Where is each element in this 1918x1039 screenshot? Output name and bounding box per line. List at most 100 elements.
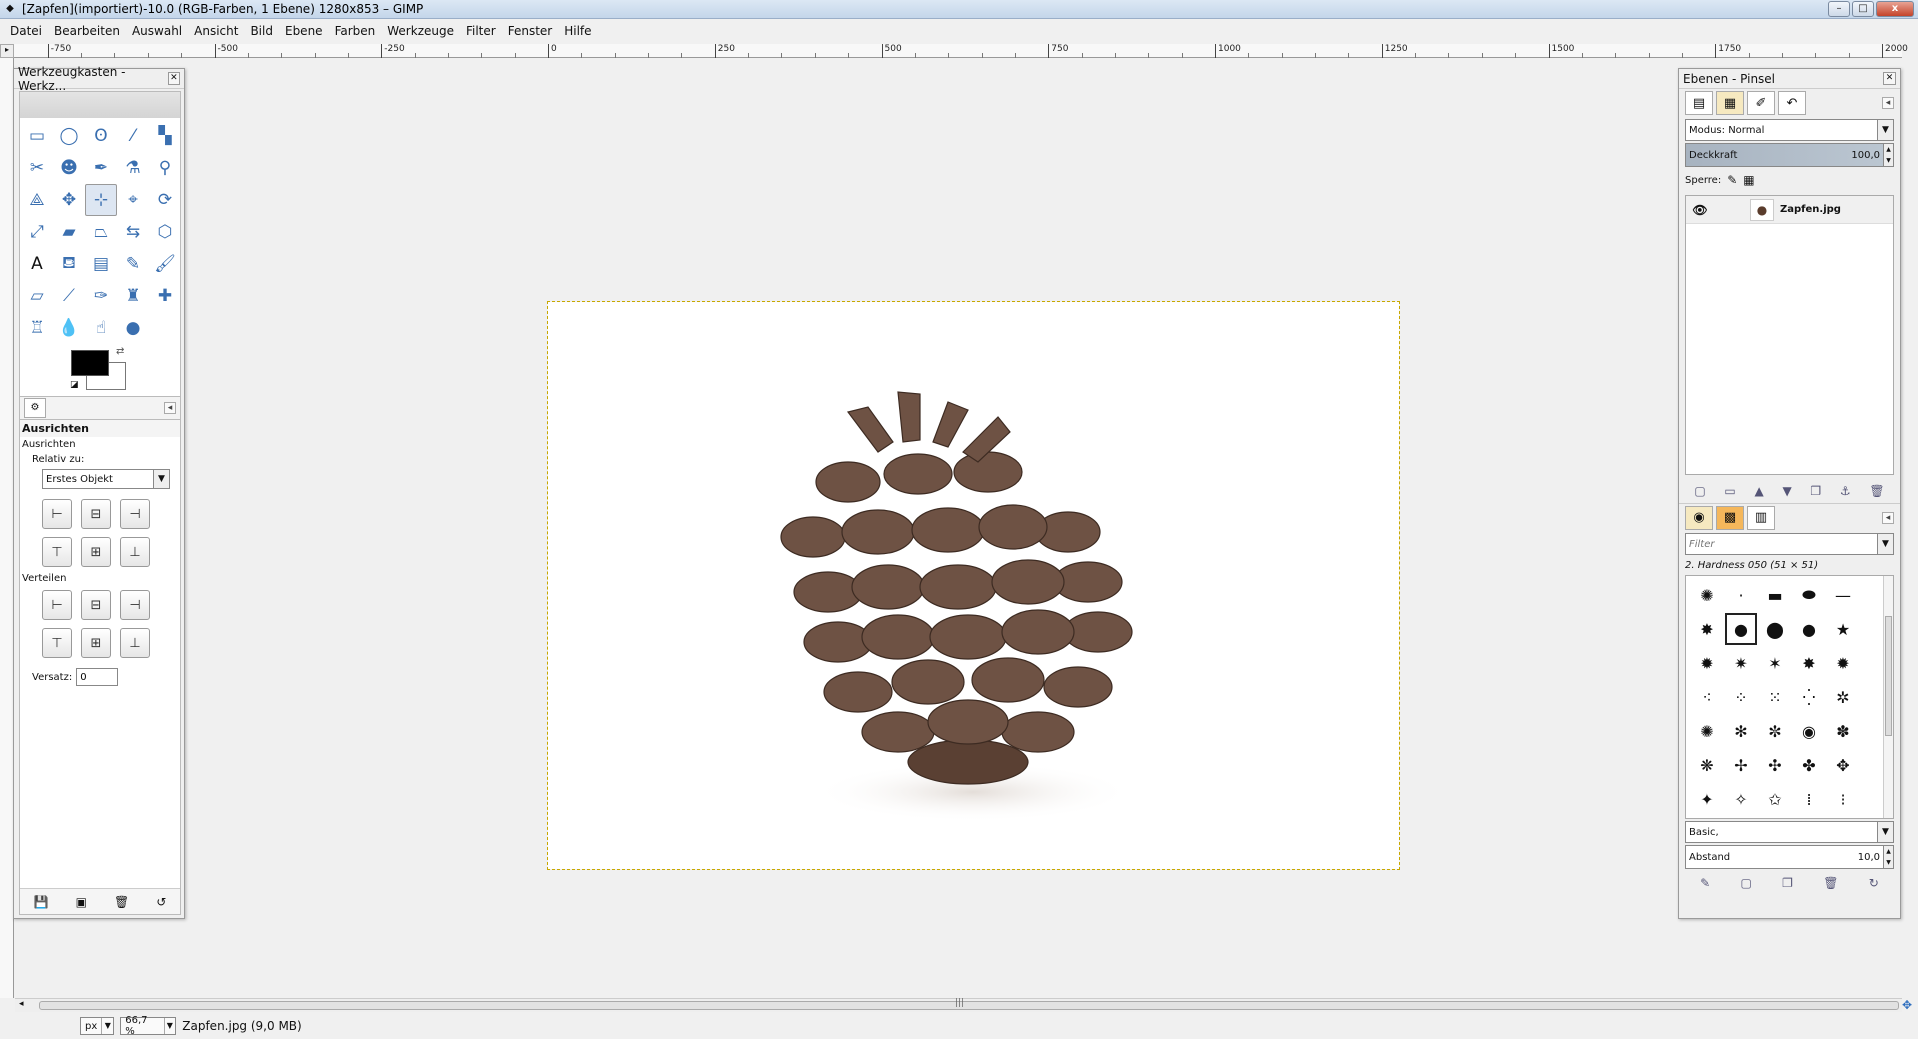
brush-scrollbar[interactable] xyxy=(1883,576,1893,818)
distribute-center-button[interactable]: ⊟ xyxy=(81,590,111,620)
raise-layer-icon[interactable]: ▲ xyxy=(1754,484,1763,498)
menu-hilfe[interactable]: Hilfe xyxy=(558,24,597,38)
new-layer-group-icon[interactable]: ▭ xyxy=(1724,484,1735,498)
minimize-button[interactable]: – xyxy=(1828,1,1850,17)
save-options-icon[interactable]: 💾 xyxy=(34,895,49,909)
reset-colors-icon[interactable]: ◪ xyxy=(70,380,79,390)
menu-ebene[interactable]: Ebene xyxy=(279,24,329,38)
brush-filter-input[interactable] xyxy=(1689,538,1839,550)
brushes-tab-icon[interactable]: ◉ xyxy=(1685,505,1713,530)
align-top-button[interactable]: ⊤ xyxy=(42,537,72,567)
channels-tab-icon[interactable]: ▦ xyxy=(1716,91,1744,115)
brush-item[interactable]: ⁛ xyxy=(1792,680,1826,714)
unit-select[interactable]: px ▼ xyxy=(80,1017,115,1035)
new-layer-icon[interactable]: ▢ xyxy=(1694,484,1705,498)
perspective-clone-icon[interactable]: ♖ xyxy=(21,312,53,344)
brush-item[interactable]: · xyxy=(1724,578,1758,612)
toolbox-close-icon[interactable]: ✕ xyxy=(167,72,180,85)
canvas-area[interactable] xyxy=(15,58,1902,998)
foreground-color[interactable] xyxy=(71,350,109,376)
lower-layer-icon[interactable]: ▼ xyxy=(1782,484,1791,498)
vertical-ruler[interactable] xyxy=(0,58,14,998)
distribute-left-button[interactable]: ⊢ xyxy=(42,590,72,620)
align-center-button[interactable]: ⊟ xyxy=(81,499,111,529)
brush-item[interactable]: ✣ xyxy=(1758,748,1792,782)
brush-item[interactable]: ✢ xyxy=(1724,748,1758,782)
brush-item[interactable]: ✽ xyxy=(1826,714,1860,748)
layer-list[interactable]: 👁 ● Zapfen.jpg xyxy=(1685,195,1894,475)
fuzzy-select-icon[interactable]: ⁄ xyxy=(117,120,149,152)
airbrush-icon[interactable]: ⟋ xyxy=(53,280,85,312)
align-icon[interactable]: ⊹ xyxy=(85,184,117,216)
delete-layer-icon[interactable]: 🗑 xyxy=(1869,484,1884,498)
brush-item[interactable]: ✤ xyxy=(1792,748,1826,782)
brush-item[interactable]: ▬ xyxy=(1758,578,1792,612)
color-picker-icon[interactable]: ⚗ xyxy=(117,152,149,184)
measure-icon[interactable]: ⟁ xyxy=(21,184,53,216)
distribute-middle-button[interactable]: ⊞ xyxy=(81,628,111,658)
brush-item[interactable]: ✺ xyxy=(1690,578,1724,612)
brush-item[interactable]: ✲ xyxy=(1826,680,1860,714)
brush-item[interactable]: ✺ xyxy=(1690,714,1724,748)
brush-item[interactable]: ✹ xyxy=(1826,646,1860,680)
eraser-icon[interactable]: ▱ xyxy=(21,280,53,312)
crop-icon[interactable]: ⌖ xyxy=(117,184,149,216)
menu-fenster[interactable]: Fenster xyxy=(502,24,559,38)
tool-options-tab-icon[interactable]: ⚙ xyxy=(24,398,46,418)
brush-item[interactable]: ✷ xyxy=(1724,646,1758,680)
brush-item[interactable]: ⬤ xyxy=(1758,612,1792,646)
paintbrush-icon[interactable]: 🖌 xyxy=(149,248,181,280)
brush-item[interactable]: ⁘ xyxy=(1724,680,1758,714)
undo-tab-icon[interactable]: ↶ xyxy=(1778,91,1806,115)
reset-options-icon[interactable]: ↺ xyxy=(156,895,166,909)
flip-icon[interactable]: ⇆ xyxy=(117,216,149,248)
bucket-fill-icon[interactable]: ⛾ xyxy=(53,248,85,280)
move-icon[interactable]: ✥ xyxy=(53,184,85,216)
align-bottom-button[interactable]: ⊥ xyxy=(120,537,150,567)
eye-icon[interactable]: 👁 xyxy=(1686,203,1714,217)
dock-menu-icon[interactable]: ◂ xyxy=(1882,97,1894,109)
brush-item[interactable]: ⁖ xyxy=(1690,680,1724,714)
brush-item[interactable]: ❋ xyxy=(1690,748,1724,782)
brush-item[interactable]: — xyxy=(1826,578,1860,612)
gradients-tab-icon[interactable]: ▥ xyxy=(1747,505,1775,530)
brush-item[interactable]: ● xyxy=(1792,612,1826,646)
offset-input[interactable] xyxy=(76,668,119,686)
brush-item[interactable]: ◉ xyxy=(1792,714,1826,748)
brush-item[interactable]: ✸ xyxy=(1690,612,1724,646)
duplicate-brush-icon[interactable]: ❐ xyxy=(1782,876,1793,890)
patterns-tab-icon[interactable]: ▩ xyxy=(1716,505,1744,530)
brush-item[interactable]: ✩ xyxy=(1758,782,1792,816)
menu-datei[interactable]: Datei xyxy=(4,24,48,38)
blend-icon[interactable]: ▤ xyxy=(85,248,117,280)
lock-alpha-icon[interactable]: ▦ xyxy=(1743,173,1754,187)
maximize-button[interactable]: □ xyxy=(1852,1,1874,17)
brush-item[interactable]: ● xyxy=(1724,612,1758,646)
scroll-left-icon[interactable]: ◂ xyxy=(19,999,24,1009)
foreground-select-icon[interactable]: ☻ xyxy=(53,152,85,184)
quick-mask-toggle[interactable]: ▸ xyxy=(0,44,14,58)
menu-bild[interactable]: Bild xyxy=(244,24,279,38)
layer-row[interactable]: 👁 ● Zapfen.jpg xyxy=(1686,196,1893,224)
align-right-button[interactable]: ⊣ xyxy=(120,499,150,529)
swap-colors-icon[interactable]: ⇄ xyxy=(116,346,124,357)
brush-item[interactable]: ✦ xyxy=(1690,782,1724,816)
blur-icon[interactable]: 💧 xyxy=(53,312,85,344)
scale-icon[interactable]: ⤢ xyxy=(21,216,53,248)
brush-item[interactable]: ⁙ xyxy=(1758,680,1792,714)
anchor-layer-icon[interactable]: ⚓ xyxy=(1840,484,1851,498)
brush-item[interactable]: ✧ xyxy=(1724,782,1758,816)
menu-filter[interactable]: Filter xyxy=(460,24,502,38)
brush-item[interactable]: ✸ xyxy=(1792,646,1826,680)
color-select-icon[interactable]: ▚ xyxy=(149,120,181,152)
scrollbar-thumb[interactable] xyxy=(39,1001,1899,1010)
delete-options-icon[interactable]: 🗑 xyxy=(114,895,129,909)
distribute-bottom-button[interactable]: ⊥ xyxy=(120,628,150,658)
spacing-spinner[interactable]: Abstand 10,0 ▲ ▼ xyxy=(1685,845,1894,869)
navigate-icon[interactable]: ✥ xyxy=(1900,998,1914,1012)
brush-item[interactable]: ✼ xyxy=(1758,714,1792,748)
refresh-brushes-icon[interactable]: ↻ xyxy=(1869,876,1879,890)
image-canvas[interactable] xyxy=(547,301,1400,870)
wilber-drop-area[interactable] xyxy=(20,92,180,118)
brush-item[interactable]: ✥ xyxy=(1826,748,1860,782)
